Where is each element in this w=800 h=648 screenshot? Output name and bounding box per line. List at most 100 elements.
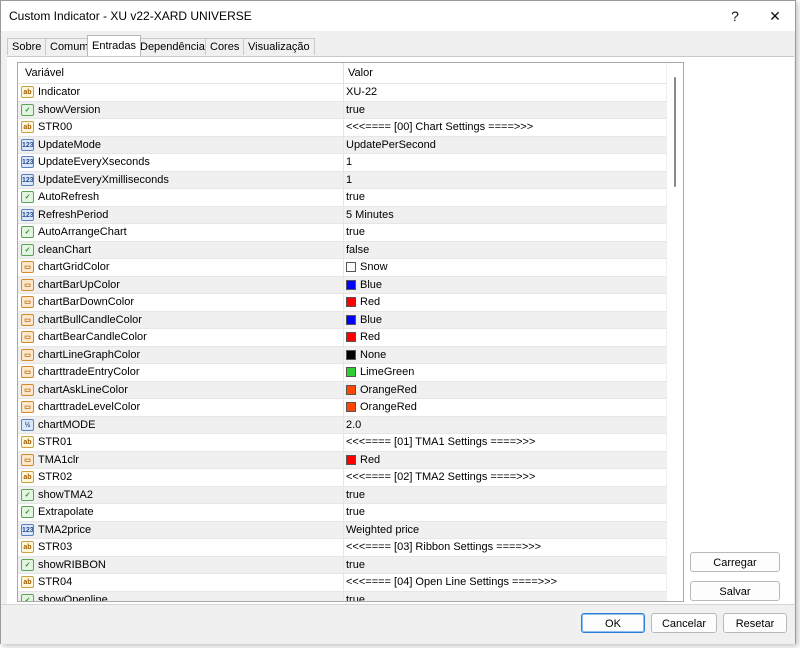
table-row[interactable]: ✓ cleanChart false [18,241,666,259]
table-row[interactable]: ab STR03 <<<==== [03] Ribbon Settings ====… [18,539,666,557]
variable-name: showRIBBON [38,558,106,571]
variable-name: AutoRefresh [38,191,100,203]
variable-name: TMA1clr [38,453,79,466]
variable-value[interactable]: true [346,557,365,574]
variable-value[interactable]: 2.0 [346,417,361,434]
table-row[interactable]: ▭ TMA1clr Red [18,451,666,469]
table-row[interactable]: ▭ charttradeLevelColor OrangeRed [18,399,666,417]
variable-value[interactable]: Blue [360,312,382,329]
table-row[interactable]: ▭ chartAskLineColor OrangeRed [18,381,666,399]
variable-name: AutoArrangeChart [38,226,127,238]
variable-value[interactable]: true [346,189,365,206]
text-type-icon: ab [21,471,34,483]
vertical-scrollbar[interactable] [666,63,683,601]
variable-value[interactable]: XU-22 [346,84,377,101]
variable-value[interactable]: Red [360,329,380,346]
variable-value[interactable]: true [346,592,365,602]
color-swatch [346,332,356,342]
boolean-type-icon: ✓ [21,103,34,116]
header-value[interactable]: Valor [348,63,373,83]
tab-visualizacao[interactable]: Visualização [243,38,315,55]
variable-name: UpdateEveryXseconds [38,156,150,168]
variable-value[interactable]: true [346,102,365,119]
variable-value[interactable]: Weighted price [346,522,419,539]
color-swatch [346,367,356,377]
tab-entradas[interactable]: Entradas [87,35,142,56]
tab-dependencias[interactable]: Dependências [135,38,216,55]
color-type-icon: ▭ [21,278,34,291]
inputs-grid: Variável Valor ab Indicator XU-22 ✓ showVers… [17,62,684,602]
variable-value[interactable]: <<<==== [01] TMA1 Settings ====>>> [346,434,535,451]
column-divider [343,469,344,486]
variable-value[interactable]: false [346,242,369,259]
variable-value[interactable]: OrangeRed [360,382,417,399]
variable-value[interactable]: UpdatePerSecond [346,137,436,154]
variable-value[interactable]: 1 [346,154,352,171]
column-divider [343,241,344,259]
table-row[interactable]: 123 UpdateEveryXmilliseconds 1 [18,171,666,189]
variable-value[interactable]: 1 [346,172,352,189]
variable-value[interactable]: Blue [360,277,382,294]
table-row[interactable]: ▭ chartBarDownColor Red [18,294,666,312]
close-button[interactable]: ✕ [755,3,795,29]
variable-value[interactable]: true [346,487,365,504]
variable-value[interactable]: <<<==== [00] Chart Settings ====>>> [346,119,533,136]
table-row[interactable]: ✓ AutoArrangeChart true [18,224,666,242]
table-row[interactable]: ab Indicator XU-22 [18,84,666,102]
variable-value[interactable]: <<<==== [04] Open Line Settings ====>>> [346,574,557,591]
table-row[interactable]: ▭ chartBearCandleColor Red [18,329,666,347]
column-divider [343,171,344,189]
variable-value[interactable]: Snow [360,259,388,276]
table-row[interactable]: ✓ showTMA2 true [18,486,666,504]
variable-value[interactable]: None [360,347,386,364]
variable-name: chartBarDownColor [38,296,134,308]
help-button[interactable]: ? [715,3,755,29]
ok-button[interactable]: OK [581,613,645,633]
column-divider [343,206,344,224]
boolean-type-icon: ✓ [21,558,34,571]
variable-name: chartBarUpColor [38,278,120,291]
table-row[interactable]: ▭ charttradeEntryColor LimeGreen [18,364,666,382]
table-row[interactable]: ✓ showOpenline true [18,591,666,602]
table-row[interactable]: ½ chartMODE 2.0 [18,416,666,434]
load-button[interactable]: Carregar [690,552,780,572]
table-row[interactable]: 123 UpdateMode UpdatePerSecond [18,136,666,154]
variable-value[interactable]: Red [360,452,380,469]
variable-name: showOpenline [38,593,108,602]
column-divider [343,451,344,469]
tab-sobre[interactable]: Sobre [7,38,47,55]
table-row[interactable]: ab STR00 <<<==== [00] Chart Settings ====>… [18,119,666,137]
reset-button[interactable]: Resetar [723,613,787,633]
table-row[interactable]: ▭ chartGridColor Snow [18,259,666,277]
table-row[interactable]: ✓ showRIBBON true [18,556,666,574]
table-row[interactable]: 123 TMA2price Weighted price [18,521,666,539]
header-variable[interactable]: Variável [25,63,64,83]
variable-value[interactable]: <<<==== [03] Ribbon Settings ====>>> [346,539,541,556]
save-button[interactable]: Salvar [690,581,780,601]
table-row[interactable]: ab STR01 <<<==== [01] TMA1 Settings ====>>… [18,434,666,452]
color-type-icon: ▭ [21,261,34,273]
table-row[interactable]: ▭ chartBarUpColor Blue [18,276,666,294]
variable-value[interactable]: <<<==== [02] TMA2 Settings ====>>> [346,469,535,486]
table-row[interactable]: ✓ Extrapolate true [18,504,666,522]
variable-value[interactable]: Red [360,294,380,311]
variable-value[interactable]: true [346,224,365,241]
variable-value[interactable]: 5 Minutes [346,207,394,224]
table-row[interactable]: 123 RefreshPeriod 5 Minutes [18,206,666,224]
tab-cores[interactable]: Cores [205,38,245,55]
table-row[interactable]: ▭ chartLineGraphColor None [18,346,666,364]
scrollbar-thumb[interactable] [674,77,676,187]
variable-value[interactable]: true [346,504,365,521]
table-row[interactable]: ab STR02 <<<==== [02] TMA2 Settings ====>>… [18,469,666,487]
table-row[interactable]: ✓ AutoRefresh true [18,189,666,207]
boolean-type-icon: ✓ [21,593,34,601]
table-row[interactable]: ✓ showVersion true [18,101,666,119]
cancel-button[interactable]: Cancelar [651,613,717,633]
variable-name: charttradeEntryColor [38,366,140,378]
variable-name: showTMA2 [38,488,94,501]
variable-value[interactable]: OrangeRed [360,399,417,416]
table-row[interactable]: 123 UpdateEveryXseconds 1 [18,154,666,172]
table-row[interactable]: ab STR04 <<<==== [04] Open Line Settings =… [18,574,666,592]
variable-value[interactable]: LimeGreen [360,364,414,381]
table-row[interactable]: ▭ chartBullCandleColor Blue [18,311,666,329]
